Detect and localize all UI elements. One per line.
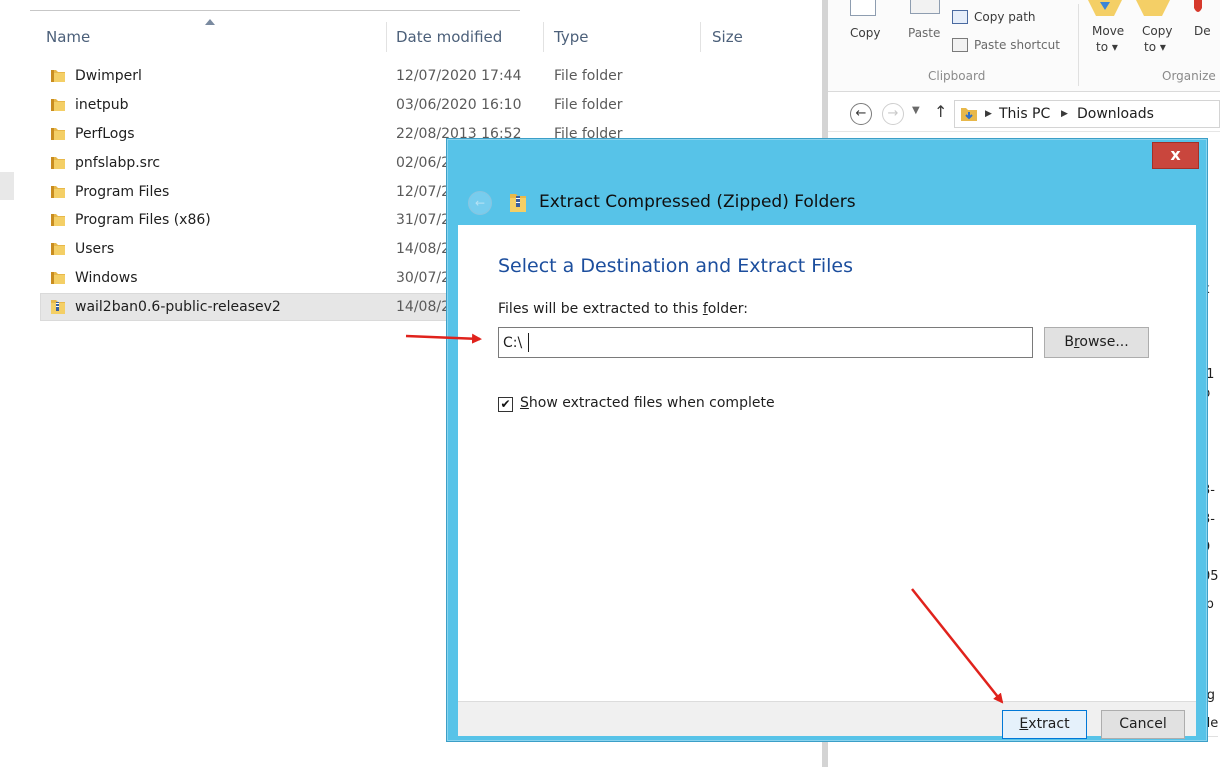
paste-button[interactable]: Paste	[908, 26, 940, 40]
copy-button[interactable]: Copy	[850, 26, 880, 40]
column-divider[interactable]	[700, 22, 701, 52]
column-divider[interactable]	[386, 22, 387, 52]
delete-icon[interactable]	[1192, 0, 1204, 18]
folder-icon	[51, 243, 65, 255]
folder-icon	[51, 99, 65, 111]
browse-button[interactable]: Browse...	[1044, 327, 1149, 358]
list-item[interactable]: Windows 30/07/2	[44, 266, 464, 292]
move-to-icon[interactable]	[1086, 0, 1124, 18]
column-header-date[interactable]: Date modified	[396, 28, 502, 46]
folder-icon	[51, 186, 65, 198]
file-name: inetpub	[75, 97, 129, 113]
column-header-size[interactable]: Size	[712, 28, 743, 46]
list-item[interactable]: Users 14/08/2	[44, 237, 464, 263]
move-to-button-line2[interactable]: to ▾	[1096, 40, 1118, 54]
paste-shortcut-button[interactable]: Paste shortcut	[974, 38, 1060, 52]
show-files-checkbox[interactable]: ✔	[498, 397, 513, 412]
destination-label: Files will be extracted to this folder:	[498, 301, 748, 317]
file-name: Program Files (x86)	[75, 212, 211, 228]
list-item[interactable]: Program Files (x86) 31/07/2	[44, 208, 464, 234]
file-name: Program Files	[75, 184, 170, 200]
folder-icon	[51, 157, 65, 169]
downloads-folder-icon	[961, 108, 977, 121]
paste-icon[interactable]	[910, 0, 940, 14]
dialog-content: Select a Destination and Extract Files F…	[458, 225, 1196, 701]
destination-input[interactable]	[498, 327, 1033, 358]
up-arrow-icon[interactable]: ↑	[934, 102, 947, 121]
list-item[interactable]: pnfslabp.src 02/06/2	[44, 151, 464, 177]
back-arrow-icon[interactable]: ←	[468, 191, 492, 215]
navigation-pane-edge	[0, 172, 14, 200]
breadcrumb-chevron-icon[interactable]: ▶	[985, 109, 992, 119]
breadcrumb-this-pc[interactable]: This PC	[999, 106, 1050, 122]
file-name: Dwimperl	[75, 68, 142, 84]
copy-to-icon[interactable]	[1134, 0, 1172, 18]
list-item-selected[interactable]: wail2ban0.6-public-releasev2 14/08/2	[40, 293, 460, 321]
breadcrumb-chevron-icon[interactable]: ▶	[1061, 109, 1068, 119]
delete-button[interactable]: De	[1194, 24, 1211, 38]
close-button[interactable]: x	[1152, 142, 1199, 169]
folder-icon	[51, 128, 65, 140]
ribbon: Copy Paste Copy path Paste shortcut Clip…	[828, 0, 1220, 92]
folder-icon	[51, 70, 65, 82]
back-arrow-icon[interactable]: ←	[850, 103, 872, 125]
address-bar-row: ← → ▼ ↑ ▶ This PC ▶ Downloads	[828, 96, 1220, 132]
file-type: File folder	[554, 68, 623, 84]
ribbon-group-clipboard: Clipboard	[928, 69, 986, 83]
recent-locations-icon[interactable]: ▼	[912, 105, 920, 116]
column-divider[interactable]	[543, 22, 544, 52]
file-date: 03/06/2020 16:10	[396, 97, 522, 113]
paste-shortcut-icon	[952, 38, 968, 52]
folder-icon	[51, 214, 65, 226]
cancel-button[interactable]: Cancel	[1101, 710, 1185, 739]
zipped-folder-icon	[51, 300, 65, 314]
list-item[interactable]: PerfLogs 22/08/2013 16:52 File folder	[44, 122, 623, 148]
file-date: 12/07/2020 17:44	[396, 68, 522, 84]
copy-path-icon	[952, 10, 968, 24]
copy-icon[interactable]	[850, 0, 876, 16]
folder-icon	[51, 272, 65, 284]
list-top-divider	[30, 10, 520, 11]
extract-dialog: x ← Extract Compressed (Zipped) Folders …	[446, 138, 1208, 742]
dialog-footer: Extract Cancel	[458, 701, 1196, 739]
file-name: Windows	[75, 270, 138, 286]
text-caret	[528, 333, 529, 352]
zipped-folder-icon	[510, 194, 526, 212]
list-item[interactable]: Program Files 12/07/2	[44, 180, 464, 206]
extract-button[interactable]: Extract	[1002, 710, 1087, 739]
dialog-title: Extract Compressed (Zipped) Folders	[539, 192, 856, 212]
copy-path-button[interactable]: Copy path	[974, 10, 1036, 24]
ribbon-group-organize: Organize	[1162, 69, 1216, 83]
file-type: File folder	[554, 97, 623, 113]
list-item[interactable]: Dwimperl 12/07/2020 17:44 File folder	[44, 64, 623, 90]
file-name: wail2ban0.6-public-releasev2	[75, 299, 281, 315]
move-to-button[interactable]: Move	[1092, 24, 1124, 38]
list-item[interactable]: inetpub 03/06/2020 16:10 File folder	[44, 93, 623, 119]
ribbon-divider	[1078, 4, 1079, 86]
sort-ascending-icon[interactable]	[205, 19, 215, 25]
file-name: PerfLogs	[75, 126, 135, 142]
dialog-heading: Select a Destination and Extract Files	[498, 255, 853, 277]
address-bar[interactable]: ▶ This PC ▶ Downloads	[954, 100, 1220, 128]
show-files-checkbox-label[interactable]: Show extracted files when complete	[520, 395, 775, 411]
file-name: Users	[75, 241, 115, 257]
forward-arrow-icon[interactable]: →	[882, 103, 904, 125]
column-header-type[interactable]: Type	[554, 28, 588, 46]
copy-to-button-line2[interactable]: to ▾	[1144, 40, 1166, 54]
breadcrumb-downloads[interactable]: Downloads	[1077, 106, 1154, 122]
file-name: pnfslabp.src	[75, 155, 161, 171]
copy-to-button[interactable]: Copy	[1142, 24, 1172, 38]
column-header-name[interactable]: Name	[46, 28, 90, 46]
